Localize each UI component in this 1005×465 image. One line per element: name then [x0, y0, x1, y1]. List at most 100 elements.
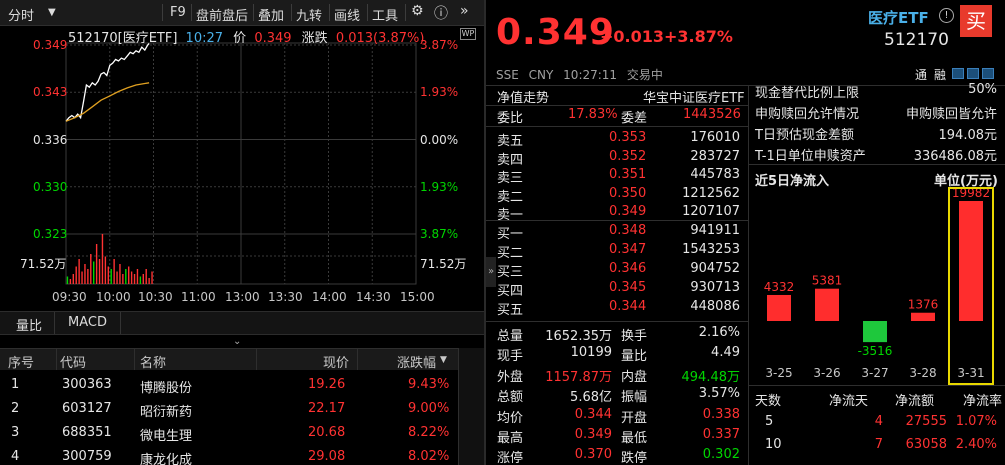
ask-volume: 1207107 [682, 204, 740, 219]
etf-info-value: 336486.08元 [913, 149, 997, 164]
toolbar-f9[interactable]: F9 [170, 5, 186, 20]
y-right-tick: 1.93% [420, 180, 459, 194]
x-tick: 11:00 [181, 290, 216, 304]
wp-toggle-icon[interactable]: WP [460, 28, 476, 40]
bid-level[interactable]: 买四 0.345 930713 [486, 278, 748, 299]
bid-level[interactable]: 买三 0.346 904752 [486, 259, 748, 280]
period-dropdown-icon[interactable]: ▼ [48, 7, 56, 18]
bid-level[interactable]: 买一 0.348 941911 [486, 221, 748, 242]
bid-level[interactable]: 买二 0.347 1543253 [486, 240, 748, 261]
help-icon[interactable]: ⓘ [434, 3, 448, 23]
inflow-date-label: 3-28 [909, 366, 936, 380]
bid-level[interactable]: 买五 0.344 448086 [486, 297, 748, 318]
x-tick: 10:30 [138, 290, 173, 304]
chart-code-name: 512170[医疗ETF] [68, 31, 178, 46]
inflow-date-label: 3-31 [957, 366, 984, 380]
col-header-no[interactable]: 序号 [8, 352, 34, 371]
bid-volume: 448086 [690, 299, 740, 314]
flow-count: 4 [874, 414, 883, 429]
y-left-tick: 0.330 [33, 180, 68, 194]
x-tick: 09:30 [52, 290, 87, 304]
row-pct: 8.22% [408, 425, 450, 440]
stat-value: 0.337 [702, 427, 740, 442]
flow-count: 7 [874, 437, 883, 452]
price-lines [65, 43, 150, 122]
flow-table-row: 10 7 63058 2.40% [749, 435, 1005, 456]
row-pct: 9.43% [408, 377, 450, 392]
flow-col-header: 天数 [755, 394, 782, 409]
bid-volume: 1543253 [682, 242, 740, 257]
flow-rate: 1.07% [955, 414, 997, 429]
stat-value: 0.370 [574, 447, 612, 463]
flow-col-header: 净流天 [829, 394, 869, 409]
toolbar-draw[interactable]: 画线 [334, 5, 360, 24]
period-selector[interactable]: 分时 [8, 5, 34, 24]
row-pct: 8.02% [408, 449, 450, 464]
exchange-label: SSE [496, 68, 519, 82]
stat-value: 5.68亿 [570, 390, 612, 406]
toolbar-ninebar[interactable]: 九转 [296, 5, 322, 24]
table-row[interactable]: 3 688351 微电生理 20.68 8.22% [0, 421, 458, 445]
y-left-tick: 0.349 [33, 38, 68, 52]
inflow-value-label: 1376 [908, 298, 939, 312]
inflow-bar [815, 288, 839, 321]
collapse-chevron-icon[interactable]: » [460, 3, 469, 19]
buy-button[interactable]: 买 [960, 5, 992, 37]
stat-label: 量比 [621, 349, 648, 365]
row-pct: 9.00% [408, 401, 450, 416]
col-header-pct[interactable]: 涨跌幅 [397, 352, 436, 371]
stat-row: 现手 10199 量比 4.49 [486, 343, 748, 364]
inflow-date-label: 3-26 [813, 366, 840, 380]
x-tick: 13:30 [268, 290, 303, 304]
expand-depth-icon[interactable]: » [486, 257, 496, 287]
row-name: 博腾股份 [140, 381, 193, 396]
info-icon[interactable]: ! [939, 8, 954, 23]
bid-price: 0.348 [609, 223, 647, 238]
stat-value: 0.349 [574, 427, 612, 442]
chart-change: 0.013(3.87%) [335, 31, 425, 46]
y-right-tick: 3.87% [420, 38, 459, 52]
table-row[interactable]: 1 300363 博腾股份 19.26 9.43% [0, 373, 458, 397]
toolbar-overlay[interactable]: 叠加 [258, 5, 284, 24]
panel-collapse-icon[interactable]: ⌄ [233, 336, 241, 347]
toolbar-tools[interactable]: 工具 [372, 5, 398, 24]
row-no: 1 [11, 377, 20, 392]
ranking-scrollbar[interactable] [458, 348, 484, 465]
sort-desc-icon[interactable]: ▼ [440, 355, 447, 365]
bid-volume: 904752 [690, 261, 740, 276]
stat-label: 均价 [497, 410, 524, 426]
flow-amount: 27555 [905, 414, 947, 429]
inflow-value-label: -3516 [858, 344, 893, 358]
stat-row: 总额 5.68亿 振幅 3.57% [486, 384, 748, 405]
weibi-label: 委比 [497, 111, 524, 126]
x-tick: 13:00 [225, 290, 260, 304]
table-row[interactable]: 2 603127 昭衍新药 22.17 9.00% [0, 397, 458, 421]
tab-macd[interactable]: MACD [68, 315, 107, 330]
inflow-value-label: 5381 [812, 274, 843, 288]
flow-rate: 2.40% [955, 437, 997, 452]
chart-toolbar: 分时 ▼ F9 盘前盘后 叠加 九转 画线 工具 ⚙ ⓘ » [0, 0, 484, 26]
row-code: 688351 [62, 425, 112, 440]
stat-row: 最高 0.349 最低 0.337 [486, 425, 748, 446]
settings-gear-icon[interactable]: ⚙ [411, 3, 424, 19]
col-header-price[interactable]: 现价 [323, 352, 349, 371]
toolbar-premarket[interactable]: 盘前盘后 [196, 5, 248, 24]
nav-trend-link[interactable]: 净值走势 [497, 87, 549, 106]
inflow-value-label: 4332 [764, 280, 795, 294]
col-header-name[interactable]: 名称 [140, 352, 166, 371]
row-code: 603127 [62, 401, 112, 416]
net-inflow-chart: 43323-2553813-26-35163-2713763-28199823-… [764, 186, 994, 385]
tab-volume-ratio[interactable]: 量比 [16, 315, 42, 334]
order-book: 净值走势 华宝中证医疗ETF 委比 17.83% 委差 1443526 卖五 0… [486, 85, 748, 465]
col-header-code[interactable]: 代码 [60, 352, 86, 371]
ask-price: 0.351 [609, 167, 647, 182]
inflow-date-label: 3-25 [765, 366, 792, 380]
bid-price: 0.345 [609, 280, 647, 295]
quote-code: 512170 [884, 30, 949, 50]
stat-label: 跌停 [621, 451, 648, 465]
intraday-chart[interactable]: 512170[医疗ETF] 10:27 价 0.349 涨跌 0.013(3.8… [0, 26, 484, 308]
stat-row: 外盘 1157.87万 内盘 494.48万 [486, 364, 748, 385]
x-tick: 10:00 [96, 290, 131, 304]
table-row[interactable]: 4 300759 康龙化成 29.08 8.02% [0, 445, 458, 465]
stat-value: 0.338 [702, 406, 740, 422]
